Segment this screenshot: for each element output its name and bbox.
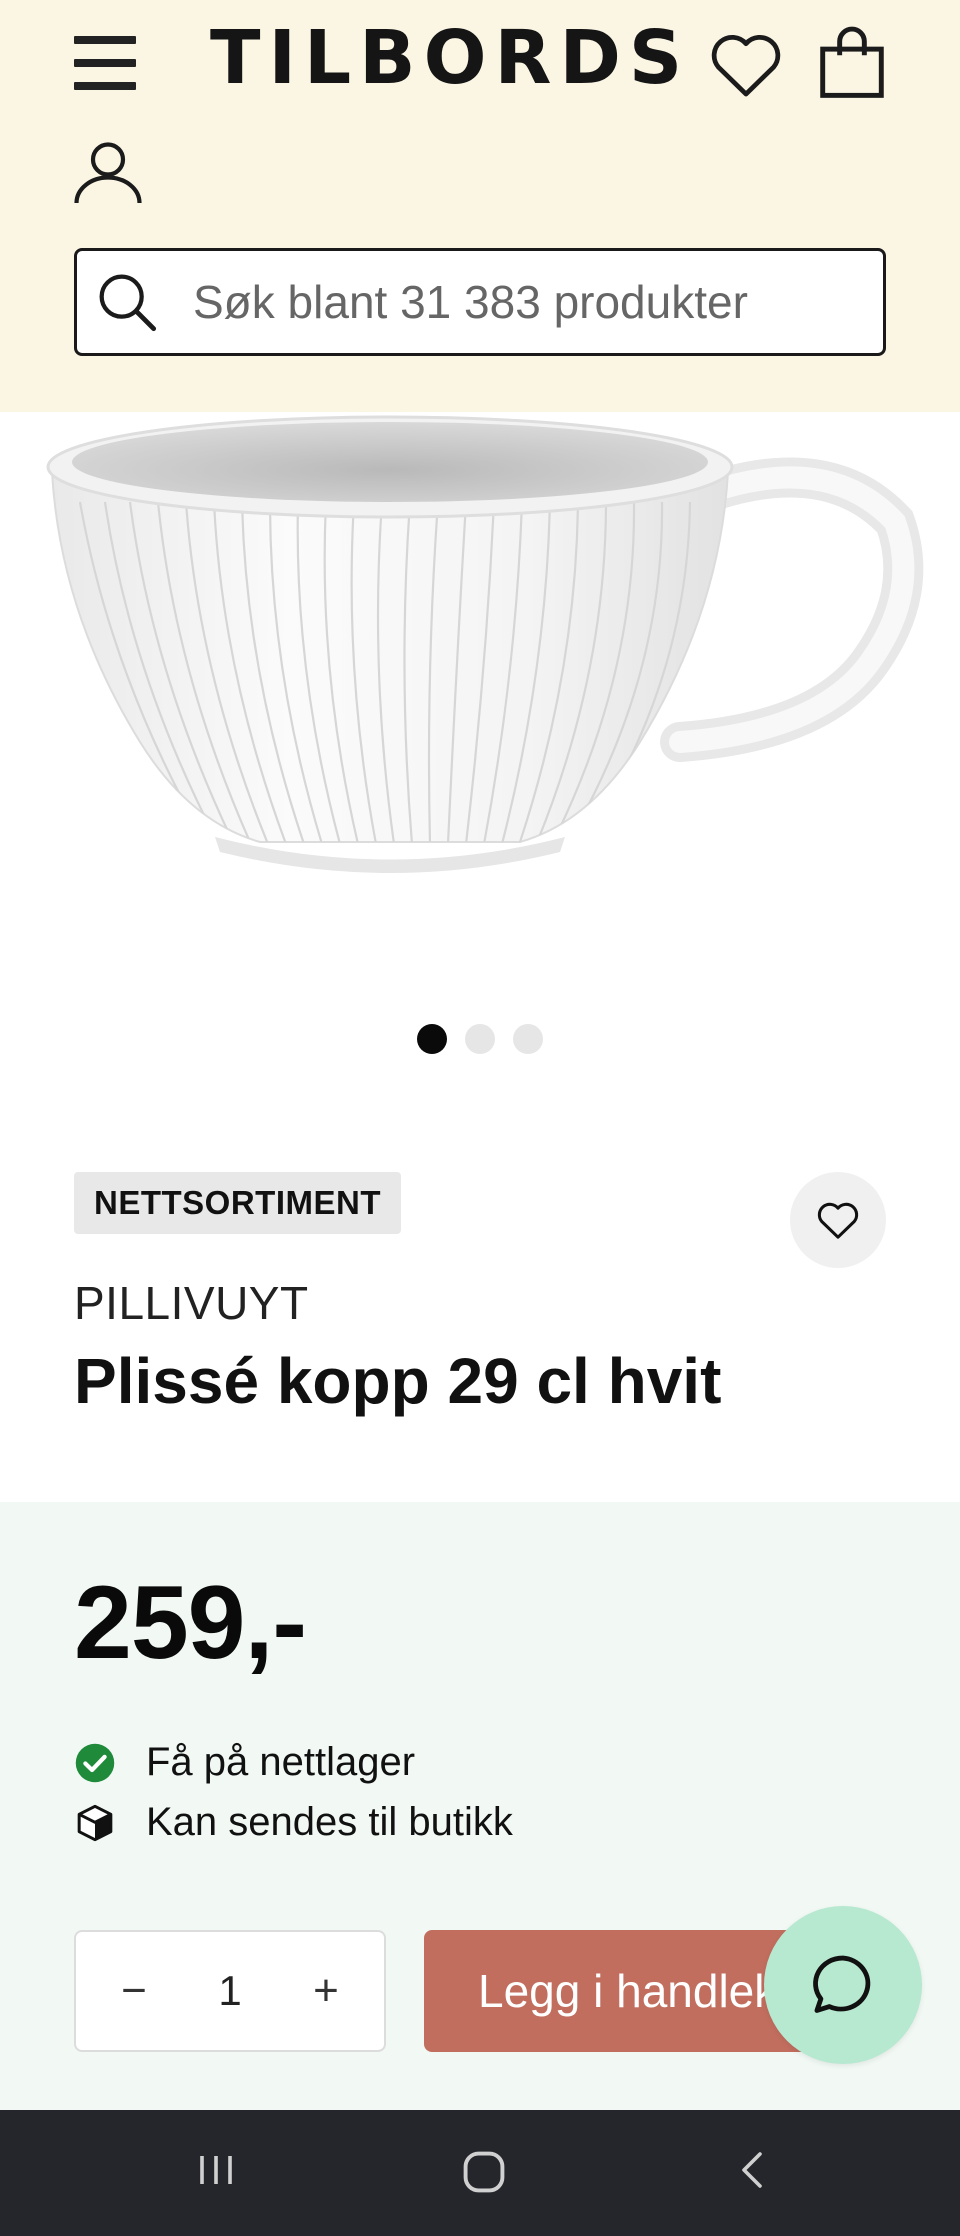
search-bar[interactable] <box>74 248 886 356</box>
product-brand[interactable]: PILLIVUYT <box>74 1276 309 1330</box>
carousel-dot-3[interactable] <box>513 1024 543 1054</box>
menu-icon[interactable] <box>74 36 136 90</box>
quantity-value[interactable]: 1 <box>218 1967 241 2015</box>
chat-bubble-icon <box>813 1955 871 2013</box>
availability-store-text: Kan sendes til butikk <box>146 1800 513 1844</box>
product-image[interactable] <box>0 412 960 972</box>
box-icon <box>74 1802 116 1844</box>
product-price: 259,- <box>74 1565 307 1681</box>
availability-online: Få på nettlager <box>74 1740 415 1785</box>
home-icon[interactable] <box>458 2146 510 2203</box>
recent-apps-icon[interactable] <box>192 2146 240 2199</box>
increase-quantity-button[interactable]: + <box>306 1966 346 2016</box>
check-circle-icon <box>74 1742 116 1784</box>
system-navigation-bar <box>0 2110 960 2236</box>
search-icon[interactable] <box>95 270 159 334</box>
site-header: TILBORDS <box>0 0 960 412</box>
heart-icon[interactable] <box>708 28 784 100</box>
user-icon[interactable] <box>72 140 144 206</box>
availability-online-text: Få på nettlager <box>146 1740 416 1784</box>
decrease-quantity-button[interactable]: − <box>114 1966 154 2016</box>
heart-icon <box>817 1202 859 1239</box>
back-icon[interactable] <box>730 2146 778 2199</box>
product-title: Plissé kopp 29 cl hvit <box>74 1345 722 1417</box>
availability-store: Kan sendes til butikk <box>74 1800 513 1845</box>
shopping-bag-icon[interactable] <box>818 26 886 100</box>
chat-button[interactable] <box>764 1906 922 2064</box>
carousel-dot-2[interactable] <box>465 1024 495 1054</box>
image-carousel-dots <box>0 1024 960 1054</box>
carousel-dot-1[interactable] <box>417 1024 447 1054</box>
site-logo[interactable]: TILBORDS <box>210 18 690 98</box>
search-input[interactable] <box>193 275 853 329</box>
add-to-wishlist-button[interactable] <box>790 1172 886 1268</box>
quantity-stepper: − 1 + <box>74 1930 386 2052</box>
assortment-badge: NETTSORTIMENT <box>74 1172 401 1234</box>
